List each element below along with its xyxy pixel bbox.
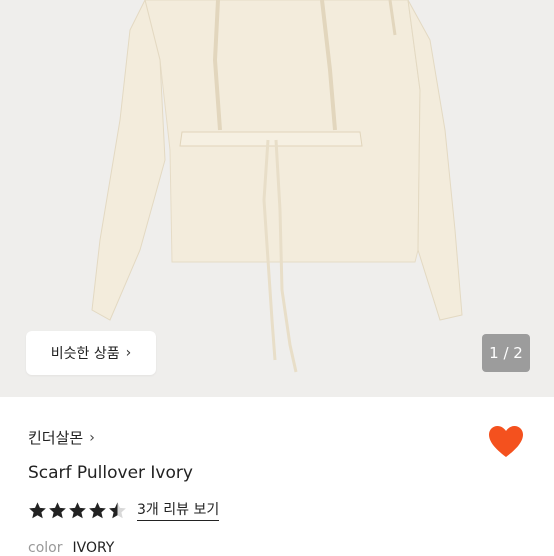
heart-icon[interactable] (488, 425, 524, 459)
product-info: 킨더살몬 › Scarf Pullover Ivory 3개 리뷰 보기 col… (0, 397, 554, 556)
star-half-icon (109, 501, 126, 518)
star-icon (29, 501, 46, 518)
shop-link[interactable]: 킨더살몬 › (28, 427, 95, 448)
rating-row: 3개 리뷰 보기 (28, 499, 220, 521)
shop-name: 킨더살몬 (28, 429, 84, 447)
product-image-gallery[interactable]: 비슷한 상품 › 1 / 2 (0, 0, 554, 397)
star-icon (49, 501, 66, 518)
chevron-right-icon: › (89, 429, 95, 446)
reviews-link[interactable]: 3개 리뷰 보기 (137, 499, 220, 521)
image-pager-indicator: 1 / 2 (482, 334, 530, 372)
chevron-right-icon: › (125, 345, 132, 361)
star-icon (89, 501, 106, 518)
similar-products-label: 비슷한 상품 (50, 346, 120, 362)
rating-stars (28, 501, 127, 520)
product-title: Scarf Pullover Ivory (28, 463, 193, 483)
star-icon (69, 501, 86, 518)
similar-products-button[interactable]: 비슷한 상품 › (26, 331, 156, 375)
